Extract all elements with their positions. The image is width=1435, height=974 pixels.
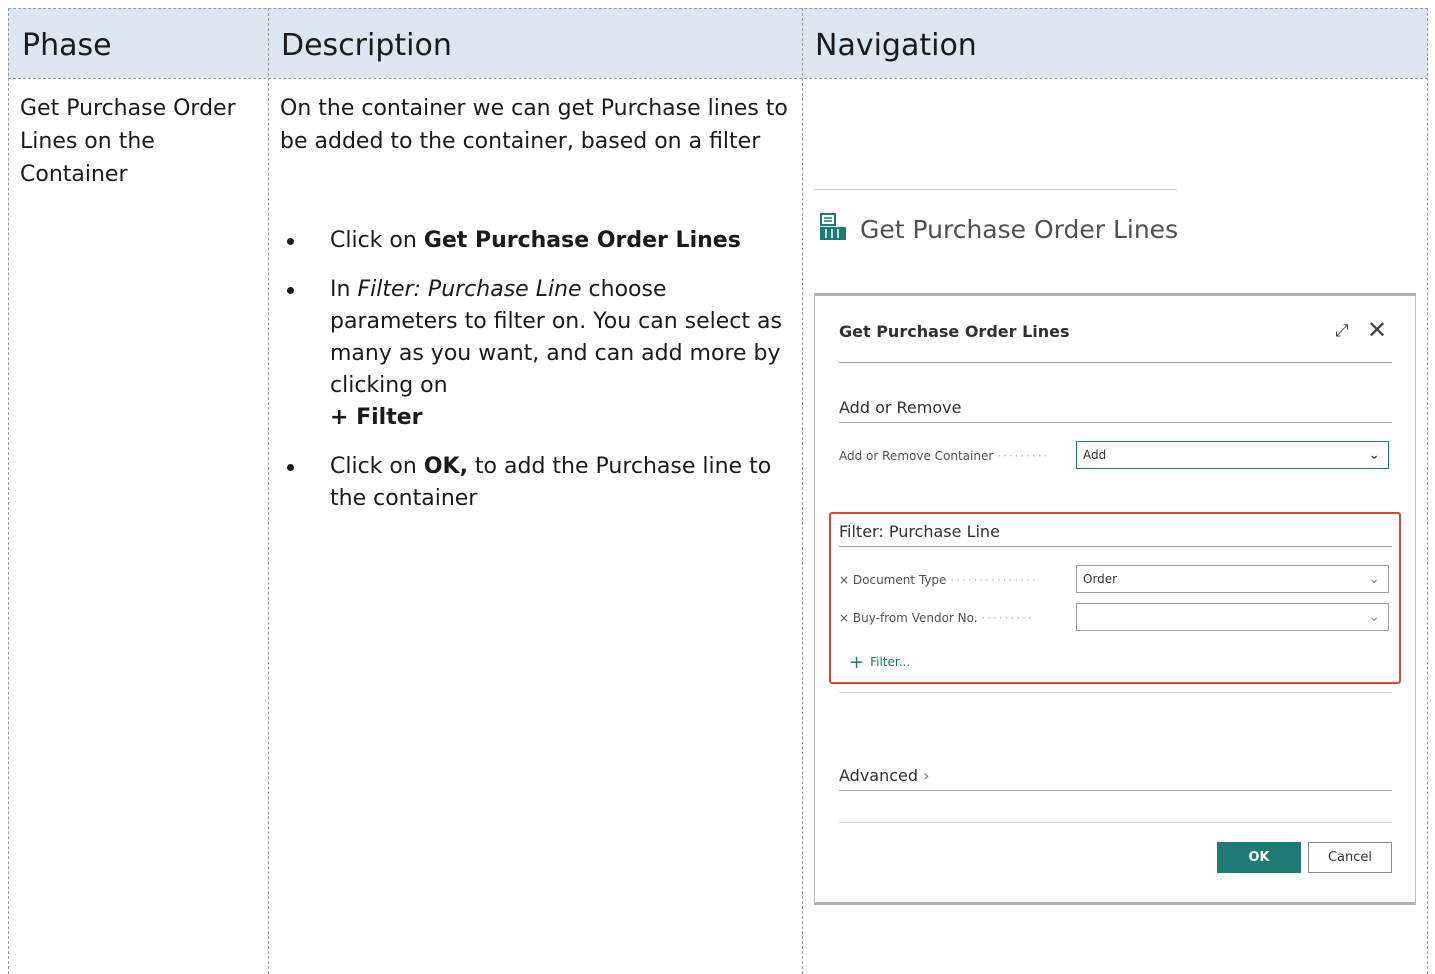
step-item: In Filter: Purchase Line choose paramete… (280, 274, 795, 434)
add-filter-link[interactable]: + Filter... (849, 652, 910, 673)
remove-filter-icon[interactable]: × (839, 611, 849, 625)
close-icon[interactable]: ✕ (1367, 316, 1387, 344)
plus-icon: + (849, 652, 865, 673)
buy-from-vendor-select[interactable]: ⌄ (1076, 603, 1389, 631)
add-remove-container-select[interactable]: Add ⌄ (1076, 441, 1389, 469)
bullet-icon (287, 238, 294, 245)
action-label: Get Purchase Order Lines (860, 214, 1179, 244)
filter-section-divider (839, 692, 1392, 693)
add-remove-container-label: Add or Remove Container ········· (839, 449, 1050, 463)
section-advanced-underline (839, 790, 1392, 791)
step-item: Click on Get Purchase Order Lines (280, 225, 795, 257)
expand-icon[interactable]: ⤢ (1335, 321, 1349, 341)
steps-list: Click on Get Purchase Order Lines In Fil… (280, 225, 795, 532)
dialog-title: Get Purchase Order Lines (839, 322, 1070, 341)
document-type-select[interactable]: Order ⌄ (1076, 565, 1389, 593)
column-divider-2 (802, 8, 803, 974)
action-bar-divider (814, 189, 1177, 190)
table-border-left (8, 8, 9, 974)
filter-row-vendor-no[interactable]: × Buy-from Vendor No. ········· (839, 611, 1034, 625)
cancel-button[interactable]: Cancel (1308, 842, 1392, 873)
phase-cell: Get Purchase Order Lines on the Containe… (20, 96, 236, 187)
container-lines-icon (818, 212, 848, 246)
step-item: Click on OK, to add the Purchase line to… (280, 451, 795, 515)
bullet-icon (287, 287, 294, 294)
table-border-top (8, 8, 1428, 9)
header-phase: Phase (22, 28, 112, 63)
filter-row-document-type[interactable]: × Document Type ··············· (839, 573, 1037, 587)
get-purchase-order-lines-dialog: Get Purchase Order Lines ⤢ ✕ Add or Remo… (814, 293, 1416, 905)
column-divider-1 (268, 8, 269, 974)
section-advanced[interactable]: Advanced › (839, 766, 930, 785)
header-description: Description (281, 28, 452, 63)
header-navigation: Navigation (815, 28, 977, 63)
chevron-down-icon: ⌄ (1368, 571, 1380, 587)
get-purchase-order-lines-action[interactable]: Get Purchase Order Lines (818, 212, 1178, 246)
table-header-divider (8, 78, 1428, 79)
section-filter: Filter: Purchase Line (839, 522, 1000, 541)
section-add-remove-underline (839, 422, 1392, 423)
chevron-down-icon: ⌄ (1368, 447, 1380, 463)
title-divider (839, 362, 1392, 363)
table-border-right (1427, 8, 1428, 974)
ok-button[interactable]: OK (1217, 842, 1301, 873)
remove-filter-icon[interactable]: × (839, 573, 849, 587)
chevron-right-icon: › (918, 766, 930, 785)
chevron-down-icon: ⌄ (1368, 609, 1380, 625)
section-filter-underline (839, 546, 1392, 547)
table-header-row (8, 8, 1428, 78)
section-add-remove: Add or Remove (839, 398, 962, 417)
description-intro: On the container we can get Purchase lin… (280, 96, 788, 154)
footer-divider (839, 822, 1392, 823)
bullet-icon (287, 464, 294, 471)
